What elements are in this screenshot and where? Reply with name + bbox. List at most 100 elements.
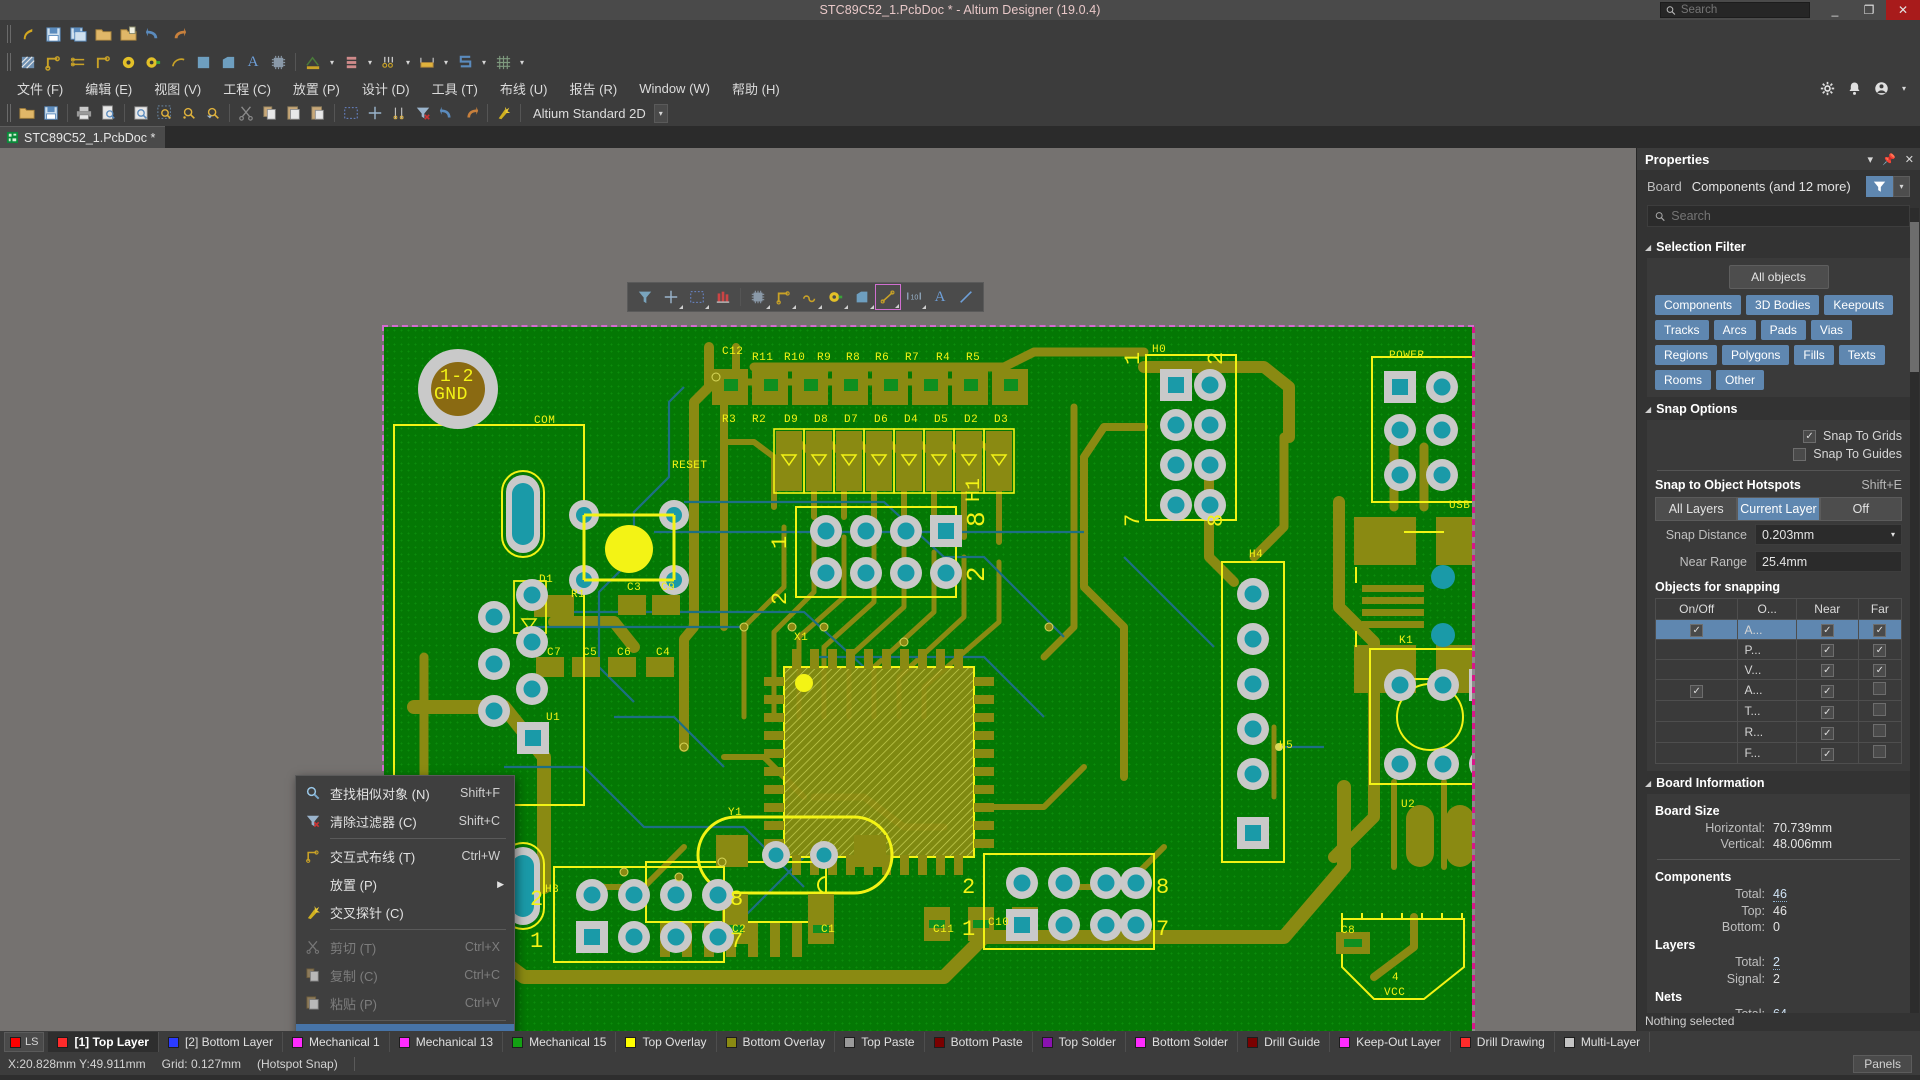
place-crosshair-icon[interactable] (658, 284, 684, 310)
filter-chip-pads[interactable]: Pads (1760, 320, 1806, 340)
ctx-place-submenu[interactable]: 放置 (P) ▶ (296, 870, 514, 898)
layers-total-value[interactable]: 2 (1773, 955, 1780, 970)
redo-icon[interactable] (459, 101, 483, 125)
close-icon[interactable]: ✕ (1905, 153, 1914, 166)
snap-table-row[interactable]: F... ✓ (1654, 742, 1903, 764)
near-range-field[interactable]: 25.4mm (1755, 551, 1902, 572)
document-tab-pcbdoc[interactable]: STC89C52_1.PcbDoc * (0, 126, 166, 148)
snap-near-cell[interactable]: ✓ (1796, 639, 1859, 660)
align-icon[interactable] (387, 101, 411, 125)
filter-chip-arcs[interactable]: Arcs (1713, 320, 1756, 340)
open-folder-icon[interactable] (91, 22, 115, 46)
pcb-canvas[interactable]: 10 A 1 2 7 8 1 2 2 1 8 7 2 1 8 7 H1 8 2 … (0, 148, 1636, 1031)
layer-tab-top-overlay[interactable]: Top Overlay (616, 1032, 717, 1052)
layer-tab-keep-out-layer[interactable]: Keep-Out Layer (1330, 1032, 1451, 1052)
snap-far-cell[interactable]: ✓ (1857, 639, 1903, 660)
layer-tab-top-paste[interactable]: Top Paste (835, 1032, 925, 1052)
layer-tab-drill-drawing[interactable]: Drill Drawing (1451, 1032, 1555, 1052)
filter-chip-keepouts[interactable]: Keepouts (1824, 295, 1894, 315)
toolbar-grip[interactable] (7, 25, 12, 43)
account-icon[interactable] (1874, 81, 1889, 96)
filter-chip-other[interactable]: Other (1716, 370, 1765, 390)
ctx-preferences[interactable]: 优先选项 (P)... (296, 1024, 514, 1031)
snap-onoff-cell[interactable] (1654, 721, 1739, 743)
print-preview-icon[interactable] (96, 101, 120, 125)
snap-far-cell[interactable] (1857, 679, 1903, 701)
snap-far-cell[interactable]: ✓ (1857, 619, 1903, 640)
hotspot-mode-current-layer[interactable]: Current Layer (1737, 497, 1820, 521)
snap-near-cell[interactable]: ✓ (1796, 659, 1859, 680)
filter-chip-fills[interactable]: Fills (1794, 345, 1834, 365)
place-string-icon[interactable]: A (927, 284, 953, 310)
layer-tab-top-solder[interactable]: Top Solder (1033, 1032, 1127, 1052)
ctx-find-similar-objects[interactable]: 查找相似对象 (N) Shift+F (296, 779, 514, 807)
hotspot-mode-all-layers[interactable]: All Layers (1655, 497, 1738, 521)
arc-icon[interactable] (166, 50, 190, 74)
snap-near-cell[interactable]: ✓ (1796, 619, 1859, 640)
open-icon[interactable] (15, 101, 39, 125)
snap-objects-table[interactable]: On/Off O... Near Far ✓ A... ✓ ✓ P... ✓ ✓ V... ✓ ✓ ✓ A.… (1654, 598, 1903, 764)
section-board-information[interactable]: ◢ Board Information (1637, 771, 1920, 794)
place-dimension-icon[interactable]: 10 (901, 284, 927, 310)
track-icon[interactable] (41, 50, 65, 74)
filter-chip-vias[interactable]: Vias (1810, 320, 1853, 340)
layer-tab-mechanical-13[interactable]: Mechanical 13 (390, 1032, 504, 1052)
chevron-down-icon[interactable]: ▾ (1891, 530, 1895, 539)
paste-special-icon[interactable] (306, 101, 330, 125)
menu-place[interactable]: 放置 (P) (282, 76, 351, 101)
menu-window[interactable]: Window (W) (628, 78, 721, 99)
filter-icon[interactable] (632, 284, 658, 310)
snap-onoff-cell[interactable] (1654, 700, 1739, 722)
filter-chip-components[interactable]: Components (1655, 295, 1742, 315)
layer-tab-bottom-paste[interactable]: Bottom Paste (925, 1032, 1033, 1052)
section-selection-filter[interactable]: ◢ Selection Filter (1637, 235, 1920, 258)
pin-icon[interactable]: 📌 (1882, 153, 1896, 166)
layer-dropdown-icon[interactable]: ▾ (364, 50, 376, 74)
measure-icon[interactable] (415, 50, 439, 74)
filter-chip-regions[interactable]: Regions (1655, 345, 1718, 365)
snap-onoff-cell[interactable]: ✓ (1654, 619, 1739, 640)
cross-probe-icon[interactable] (492, 101, 516, 125)
properties-body[interactable]: Board Components (and 12 more) ▾ ◢ (1637, 170, 1920, 1013)
ctx-clear-filter[interactable]: 清除过滤器 (C) Shift+C (296, 807, 514, 835)
snap-far-cell[interactable] (1857, 721, 1903, 743)
select-area-icon[interactable] (684, 284, 710, 310)
snap-to-guides-checkbox[interactable] (1793, 447, 1807, 461)
snap-near-cell[interactable]: ✓ (1796, 679, 1859, 701)
snap-table-row[interactable]: ✓ A... ✓ (1654, 679, 1903, 701)
select-area-icon[interactable] (339, 101, 363, 125)
layer-tab--2-bottom-layer[interactable]: [2] Bottom Layer (159, 1032, 283, 1052)
string-icon[interactable]: A (241, 50, 265, 74)
ctx-cross-probe[interactable]: 交叉探针 (C) (296, 898, 514, 926)
ctx-interactive-routing[interactable]: 交互式布线 (T) Ctrl+W (296, 842, 514, 870)
fill-icon[interactable] (191, 50, 215, 74)
snap-onoff-cell[interactable] (1654, 659, 1739, 680)
menu-help[interactable]: 帮助 (H) (721, 76, 791, 101)
route-net-icon[interactable] (91, 50, 115, 74)
redo-icon[interactable] (166, 22, 190, 46)
snap-far-cell[interactable] (1857, 742, 1903, 764)
bell-icon[interactable] (1848, 81, 1861, 96)
copy-icon[interactable] (258, 101, 282, 125)
snap-table-row[interactable]: T... ✓ (1654, 700, 1903, 722)
menu-view[interactable]: 视图 (V) (143, 76, 212, 101)
gear-icon[interactable] (1820, 81, 1835, 96)
snap-onoff-cell[interactable]: ✓ (1654, 679, 1739, 701)
hotspot-mode-off[interactable]: Off (1819, 497, 1902, 521)
collapse-triangle-icon[interactable]: ◢ (1645, 405, 1651, 414)
grid-dropdown-icon[interactable]: ▾ (516, 50, 528, 74)
components-total-value[interactable]: 46 (1773, 887, 1787, 902)
cut-icon[interactable] (234, 101, 258, 125)
layer-tab-drill-guide[interactable]: Drill Guide (1238, 1032, 1331, 1052)
undo-icon[interactable] (435, 101, 459, 125)
zoom-document-icon[interactable] (129, 101, 153, 125)
move-icon[interactable] (363, 101, 387, 125)
toolbar-grip[interactable] (7, 53, 12, 71)
filter-toggle-button[interactable] (1866, 176, 1893, 197)
zoom-selected-icon[interactable] (177, 101, 201, 125)
layer-tab--1-top-layer[interactable]: [1] Top Layer (48, 1032, 159, 1052)
layer-tab-multi-layer[interactable]: Multi-Layer (1555, 1032, 1651, 1052)
snap-table-row[interactable]: P... ✓ ✓ (1654, 639, 1903, 660)
toolbar-grip[interactable] (7, 104, 12, 122)
undo-icon[interactable] (141, 22, 165, 46)
